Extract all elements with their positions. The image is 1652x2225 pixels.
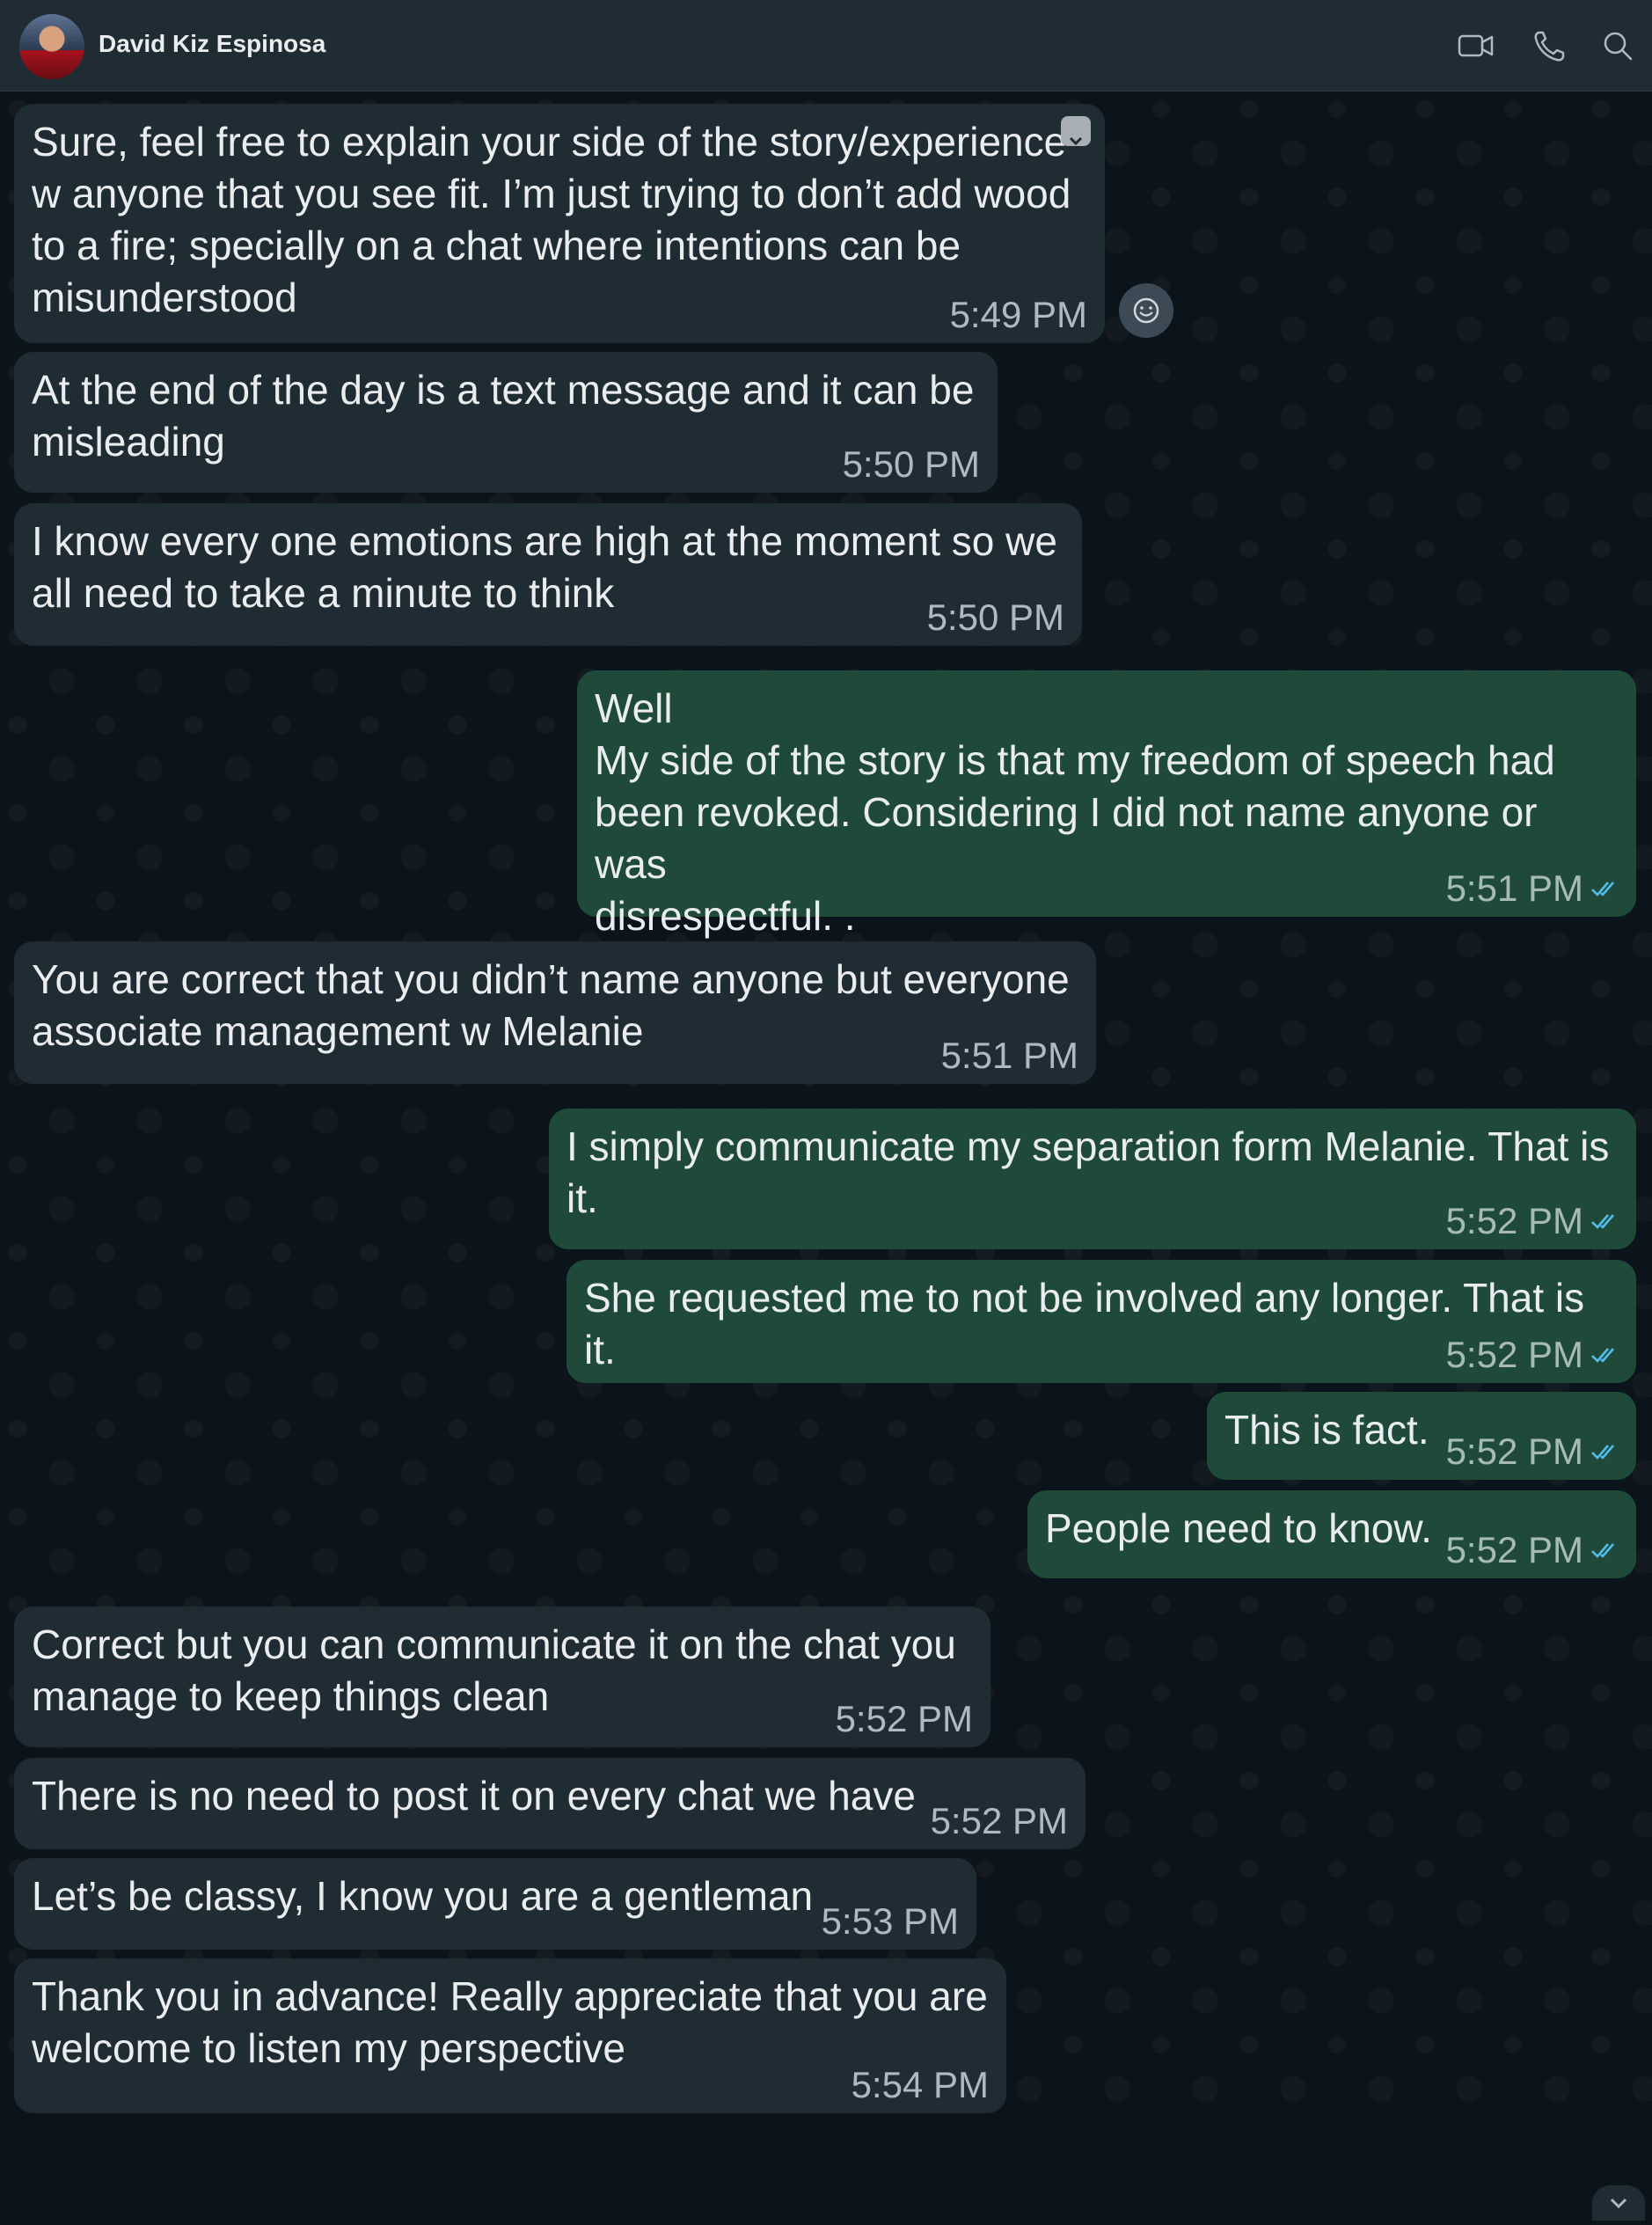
read-receipt-icon <box>1591 1543 1614 1558</box>
message-time: 5:52 PM <box>1445 1334 1583 1375</box>
message-time: 5:52 PM <box>1445 1529 1583 1570</box>
incoming-message[interactable]: Correct but you can communicate it on th… <box>14 1607 990 1747</box>
message-meta: 5:49 PM <box>950 294 1087 336</box>
voice-call-icon[interactable] <box>1531 28 1569 63</box>
search-icon[interactable] <box>1599 28 1638 63</box>
message-text: At the end of the day is a text message … <box>32 367 975 465</box>
incoming-message[interactable]: At the end of the day is a text message … <box>14 352 998 493</box>
message-meta: 5:51 PM <box>1446 867 1619 910</box>
message-meta: 5:52 PM <box>1446 1200 1619 1242</box>
message-list[interactable]: Sure, feel free to explain your side of … <box>0 91 1652 2221</box>
incoming-message[interactable]: There is no need to post it on every cha… <box>14 1758 1085 1849</box>
message-time: 5:50 PM <box>926 597 1064 638</box>
contact-name[interactable]: David Kiz Espinosa <box>99 30 325 58</box>
outgoing-message[interactable]: She requested me to not be involved any … <box>567 1260 1636 1383</box>
read-receipt-icon <box>1591 1214 1614 1229</box>
message-time: 5:52 PM <box>1445 1200 1583 1241</box>
incoming-message[interactable]: Thank you in advance! Really appreciate … <box>14 1958 1006 2113</box>
read-receipt-icon <box>1591 1348 1614 1363</box>
message-meta: 5:51 PM <box>941 1035 1078 1077</box>
incoming-message[interactable]: I know every one emotions are high at th… <box>14 503 1082 646</box>
outgoing-message[interactable]: Well My side of the story is that my fre… <box>577 670 1636 939</box>
message-text: Sure, feel free to explain your side of … <box>32 119 1071 320</box>
read-receipt-icon <box>1591 1445 1614 1460</box>
message-time: 5:52 PM <box>835 1698 973 1739</box>
incoming-message[interactable]: Sure, feel free to explain your side of … <box>14 104 1105 343</box>
message-meta: 5:50 PM <box>843 443 980 486</box>
message-text: Let’s be classy, I know you are a gentle… <box>32 1873 814 1919</box>
outgoing-message[interactable]: People need to know. 5:52 PM <box>1027 1490 1636 1578</box>
message-text: You are correct that you didn’t name any… <box>32 956 1070 1054</box>
message-text: I know every one emotions are high at th… <box>32 518 1057 616</box>
message-meta: 5:52 PM <box>836 1698 973 1740</box>
message-time: 5:50 PM <box>842 443 980 485</box>
contact-avatar[interactable] <box>19 14 84 79</box>
message-time: 5:52 PM <box>1445 1431 1583 1472</box>
message-meta: 5:52 PM <box>1446 1431 1619 1473</box>
message-text: There is no need to post it on every cha… <box>32 1773 916 1819</box>
outgoing-message[interactable]: This is fact. 5:52 PM <box>1207 1392 1636 1480</box>
message-meta: 5:50 PM <box>927 597 1064 639</box>
outgoing-message[interactable]: I simply communicate my separation form … <box>549 1109 1636 1249</box>
message-time: 5:54 PM <box>851 2064 989 2105</box>
message-text: Correct but you can communicate it on th… <box>32 1621 956 1719</box>
message-time: 5:51 PM <box>1445 867 1583 909</box>
message-time: 5:52 PM <box>930 1800 1068 1841</box>
incoming-message[interactable]: Let’s be classy, I know you are a gentle… <box>14 1858 976 1950</box>
message-time: 5:53 PM <box>821 1900 959 1942</box>
message-meta: 5:54 PM <box>852 2064 989 2106</box>
message-time: 5:49 PM <box>949 294 1087 335</box>
message-text: Thank you in advance! Really appreciate … <box>32 1973 988 2071</box>
message-time: 5:51 PM <box>940 1035 1078 1076</box>
message-meta: 5:52 PM <box>1446 1334 1619 1376</box>
message-meta: 5:53 PM <box>822 1900 959 1943</box>
message-meta: 5:52 PM <box>1446 1529 1619 1571</box>
reaction-emoji-icon[interactable] <box>1119 283 1173 338</box>
message-meta: 5:52 PM <box>931 1800 1068 1842</box>
chat-header: David Kiz Espinosa <box>0 0 1652 91</box>
read-receipt-icon <box>1591 882 1614 897</box>
chevron-down-icon[interactable] <box>1061 116 1091 146</box>
incoming-message[interactable]: You are correct that you didn’t name any… <box>14 941 1096 1084</box>
scroll-down-button[interactable] <box>1592 2185 1645 2221</box>
video-call-icon[interactable] <box>1457 28 1495 63</box>
